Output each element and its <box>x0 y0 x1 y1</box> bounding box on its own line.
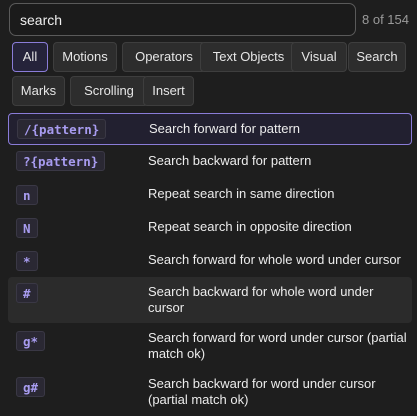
key-binding: /{pattern} <box>17 119 107 139</box>
key-binding: N <box>16 218 38 238</box>
result-description: Repeat search in same direction <box>148 186 335 201</box>
result-description: Search forward for word under cursor (pa… <box>148 330 407 361</box>
result-row[interactable]: g* Search forward for word under cursor … <box>8 326 412 372</box>
result-row[interactable]: g# Search backward for word under cursor… <box>8 372 412 416</box>
filter-operators[interactable]: Operators <box>122 42 206 72</box>
result-description: Search backward for word under cursor (p… <box>148 376 376 407</box>
filter-all[interactable]: All <box>12 42 48 72</box>
result-description: Search backward for pattern <box>148 153 312 168</box>
filter-marks[interactable]: Marks <box>12 76 65 106</box>
search-input[interactable] <box>9 3 356 36</box>
filter-text-objects[interactable]: Text Objects <box>200 42 297 72</box>
filter-insert[interactable]: Insert <box>143 76 194 106</box>
filter-search[interactable]: Search <box>348 42 406 72</box>
result-row[interactable]: N Repeat search in opposite direction <box>8 212 412 244</box>
key-binding: # <box>16 283 38 303</box>
filter-scrolling[interactable]: Scrolling <box>70 76 148 106</box>
key-binding: g* <box>16 331 46 351</box>
shortcut-finder: 8 of 154 All Motions Operators Text Obje… <box>0 0 417 416</box>
result-row[interactable]: /{pattern} Search forward for pattern <box>8 113 412 145</box>
filter-visual[interactable]: Visual <box>291 42 347 72</box>
key-binding: n <box>16 185 38 205</box>
result-description: Repeat search in opposite direction <box>148 219 352 234</box>
result-row[interactable]: # Search backward for whole word under c… <box>8 277 412 323</box>
result-description: Search forward for pattern <box>149 121 301 136</box>
key-binding: * <box>16 251 38 271</box>
filter-motions[interactable]: Motions <box>53 42 117 72</box>
result-description: Search backward for whole word under cur… <box>148 284 374 315</box>
result-row[interactable]: ?{pattern} Search backward for pattern <box>8 146 412 178</box>
result-count: 8 of 154 <box>362 12 409 27</box>
result-description: Search forward for whole word under curs… <box>148 252 401 267</box>
key-binding: ?{pattern} <box>16 151 106 171</box>
search-bar: 8 of 154 <box>9 3 409 36</box>
result-row[interactable]: * Search forward for whole word under cu… <box>8 245 412 277</box>
key-binding: g# <box>16 377 46 397</box>
result-row[interactable]: n Repeat search in same direction <box>8 179 412 211</box>
